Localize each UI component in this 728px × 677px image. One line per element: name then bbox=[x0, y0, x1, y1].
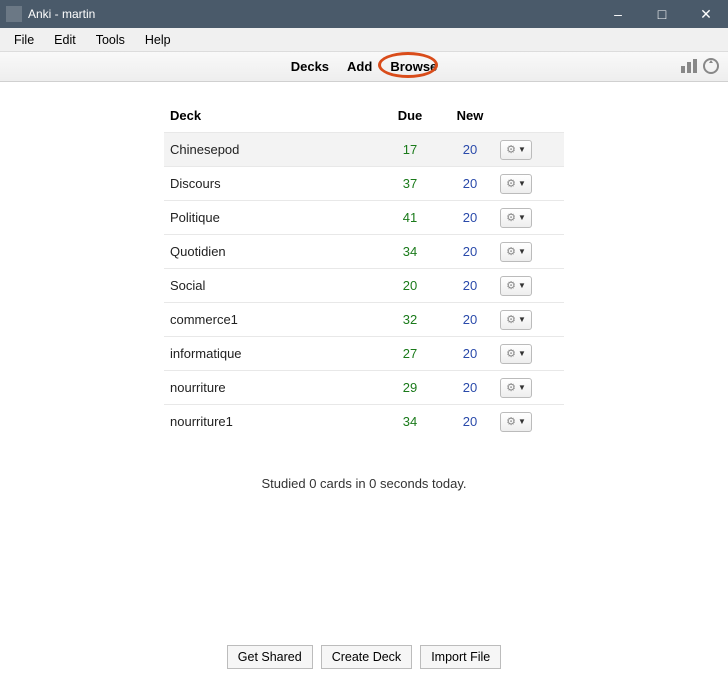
deck-options-button[interactable]: ⚙▼ bbox=[500, 174, 532, 194]
deck-new: 20 bbox=[440, 244, 500, 259]
create-deck-button[interactable]: Create Deck bbox=[321, 645, 412, 669]
deck-table: Deck Due New Chinesepod1720⚙▼Discours372… bbox=[164, 98, 564, 438]
chevron-down-icon: ▼ bbox=[518, 213, 526, 222]
content: Deck Due New Chinesepod1720⚙▼Discours372… bbox=[0, 82, 728, 637]
deck-new: 20 bbox=[440, 346, 500, 361]
chevron-down-icon: ▼ bbox=[518, 281, 526, 290]
gear-icon: ⚙ bbox=[506, 279, 516, 292]
deck-due: 41 bbox=[380, 210, 440, 225]
menu-file[interactable]: File bbox=[4, 31, 44, 49]
chevron-down-icon: ▼ bbox=[518, 315, 526, 324]
gear-icon: ⚙ bbox=[506, 143, 516, 156]
deck-new: 20 bbox=[440, 278, 500, 293]
close-button[interactable]: ✕ bbox=[684, 0, 728, 28]
deck-name[interactable]: Social bbox=[170, 278, 380, 293]
stats-icon[interactable] bbox=[680, 58, 698, 74]
study-summary: Studied 0 cards in 0 seconds today. bbox=[0, 476, 728, 491]
deck-due: 32 bbox=[380, 312, 440, 327]
column-due-header: Due bbox=[380, 108, 440, 123]
titlebar: Anki - martin – □ ✕ bbox=[0, 0, 728, 28]
deck-name[interactable]: Discours bbox=[170, 176, 380, 191]
deck-row[interactable]: commerce13220⚙▼ bbox=[164, 302, 564, 336]
deck-options-button[interactable]: ⚙▼ bbox=[500, 242, 532, 262]
chevron-down-icon: ▼ bbox=[518, 383, 526, 392]
deck-options-button[interactable]: ⚙▼ bbox=[500, 412, 532, 432]
deck-new: 20 bbox=[440, 312, 500, 327]
window-controls: – □ ✕ bbox=[596, 0, 728, 28]
deck-new: 20 bbox=[440, 414, 500, 429]
deck-row[interactable]: Social2020⚙▼ bbox=[164, 268, 564, 302]
deck-due: 20 bbox=[380, 278, 440, 293]
menu-tools[interactable]: Tools bbox=[86, 31, 135, 49]
deck-name[interactable]: nourriture bbox=[170, 380, 380, 395]
footer: Get Shared Create Deck Import File bbox=[0, 645, 728, 669]
gear-icon: ⚙ bbox=[506, 381, 516, 394]
import-file-button[interactable]: Import File bbox=[420, 645, 501, 669]
deck-new: 20 bbox=[440, 142, 500, 157]
gear-icon: ⚙ bbox=[506, 415, 516, 428]
deck-row[interactable]: nourriture13420⚙▼ bbox=[164, 404, 564, 438]
get-shared-button[interactable]: Get Shared bbox=[227, 645, 313, 669]
deck-name[interactable]: nourriture1 bbox=[170, 414, 380, 429]
deck-name[interactable]: Quotidien bbox=[170, 244, 380, 259]
deck-due: 17 bbox=[380, 142, 440, 157]
maximize-button[interactable]: □ bbox=[640, 0, 684, 28]
minimize-button[interactable]: – bbox=[596, 0, 640, 28]
browse-highlight-annotation bbox=[378, 52, 438, 78]
toolbar-right-icons bbox=[680, 57, 720, 75]
app-icon bbox=[6, 6, 22, 22]
chevron-down-icon: ▼ bbox=[518, 145, 526, 154]
deck-row[interactable]: Discours3720⚙▼ bbox=[164, 166, 564, 200]
deck-due: 34 bbox=[380, 244, 440, 259]
menubar: File Edit Tools Help bbox=[0, 28, 728, 52]
gear-icon: ⚙ bbox=[506, 245, 516, 258]
deck-options-button[interactable]: ⚙▼ bbox=[500, 276, 532, 296]
chevron-down-icon: ▼ bbox=[518, 247, 526, 256]
deck-row[interactable]: Politique4120⚙▼ bbox=[164, 200, 564, 234]
deck-row[interactable]: informatique2720⚙▼ bbox=[164, 336, 564, 370]
deck-new: 20 bbox=[440, 380, 500, 395]
deck-name[interactable]: Chinesepod bbox=[170, 142, 380, 157]
window-title: Anki - martin bbox=[28, 7, 95, 21]
chevron-down-icon: ▼ bbox=[518, 417, 526, 426]
gear-icon: ⚙ bbox=[506, 211, 516, 224]
deck-row[interactable]: Chinesepod1720⚙▼ bbox=[164, 132, 564, 166]
gear-icon: ⚙ bbox=[506, 177, 516, 190]
deck-options-button[interactable]: ⚙▼ bbox=[500, 140, 532, 160]
deck-due: 27 bbox=[380, 346, 440, 361]
deck-new: 20 bbox=[440, 176, 500, 191]
deck-row[interactable]: nourriture2920⚙▼ bbox=[164, 370, 564, 404]
deck-options-button[interactable]: ⚙▼ bbox=[500, 344, 532, 364]
sync-icon[interactable] bbox=[702, 57, 720, 75]
deck-name[interactable]: commerce1 bbox=[170, 312, 380, 327]
deck-name[interactable]: Politique bbox=[170, 210, 380, 225]
deck-due: 29 bbox=[380, 380, 440, 395]
column-new-header: New bbox=[440, 108, 500, 123]
menu-edit[interactable]: Edit bbox=[44, 31, 86, 49]
tab-add[interactable]: Add bbox=[347, 59, 372, 74]
toolbar: Decks Add Browse bbox=[0, 52, 728, 82]
deck-options-button[interactable]: ⚙▼ bbox=[500, 310, 532, 330]
deck-due: 34 bbox=[380, 414, 440, 429]
menu-help[interactable]: Help bbox=[135, 31, 181, 49]
deck-due: 37 bbox=[380, 176, 440, 191]
chevron-down-icon: ▼ bbox=[518, 179, 526, 188]
gear-icon: ⚙ bbox=[506, 313, 516, 326]
deck-row[interactable]: Quotidien3420⚙▼ bbox=[164, 234, 564, 268]
deck-options-button[interactable]: ⚙▼ bbox=[500, 378, 532, 398]
tab-decks[interactable]: Decks bbox=[291, 59, 329, 74]
deck-table-header: Deck Due New bbox=[164, 98, 564, 132]
deck-name[interactable]: informatique bbox=[170, 346, 380, 361]
gear-icon: ⚙ bbox=[506, 347, 516, 360]
chevron-down-icon: ▼ bbox=[518, 349, 526, 358]
deck-options-button[interactable]: ⚙▼ bbox=[500, 208, 532, 228]
column-deck-header: Deck bbox=[170, 108, 380, 123]
deck-new: 20 bbox=[440, 210, 500, 225]
